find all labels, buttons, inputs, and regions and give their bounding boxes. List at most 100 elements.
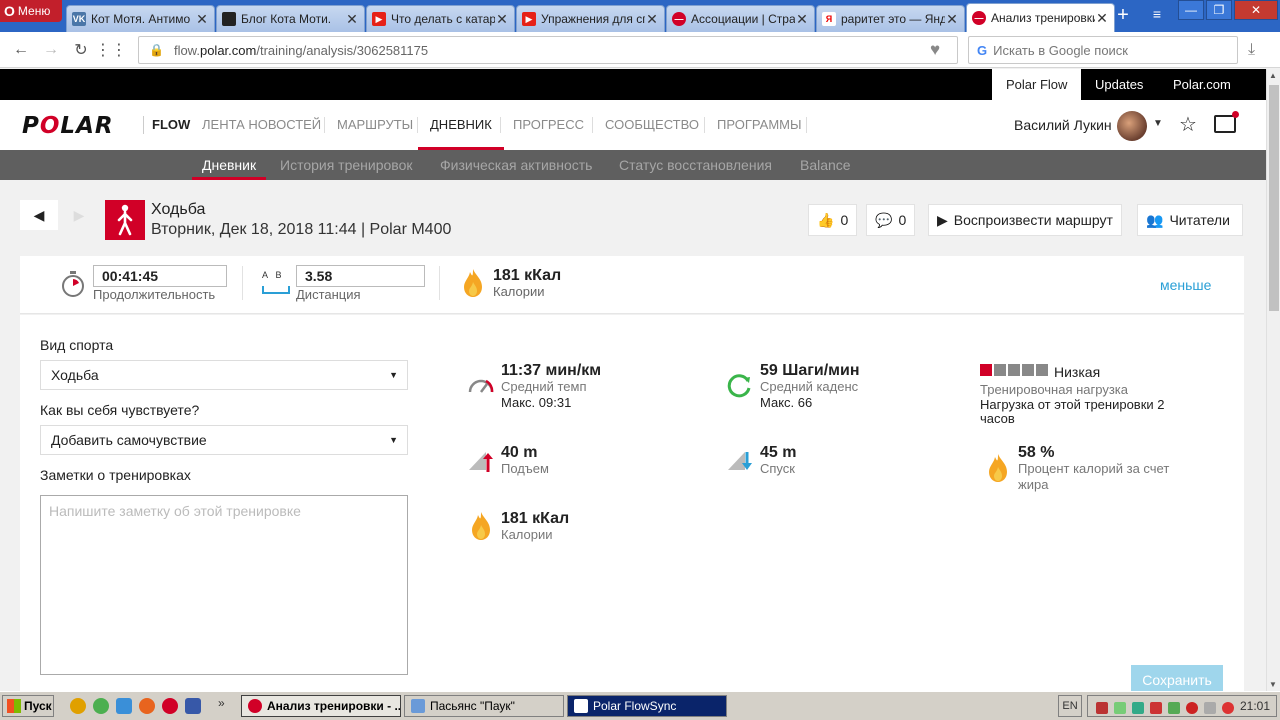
opera-icon[interactable]	[162, 698, 178, 714]
user-name[interactable]: Василий Лукин	[1014, 117, 1112, 133]
back-arrow-icon[interactable]: ←	[6, 35, 36, 65]
tab-title: Ассоциации | Стра	[691, 12, 795, 26]
firefox-icon[interactable]	[139, 698, 155, 714]
polar-logo[interactable]: POLAR	[22, 113, 114, 139]
replay-route-button[interactable]: ▶ Воспроизвести маршрут	[928, 204, 1122, 236]
clock[interactable]: 21:01	[1240, 699, 1270, 713]
chevron-right-icon[interactable]: »	[218, 696, 225, 710]
ascent-icon	[468, 448, 494, 474]
subnav-diary[interactable]: Дневник	[192, 150, 267, 180]
avast-icon[interactable]	[70, 698, 86, 714]
network-icon[interactable]	[1204, 702, 1216, 714]
sport-field-label: Вид спорта	[40, 337, 114, 353]
subnav-history[interactable]: История тренировок	[280, 150, 412, 180]
avatar[interactable]	[1117, 111, 1147, 141]
grid-icon[interactable]: ⋮⋮	[95, 35, 127, 65]
tab-list-icon[interactable]: ≡	[1146, 6, 1168, 26]
nav-programs[interactable]: ПРОГРАММЫ	[717, 100, 802, 150]
subnav-balance[interactable]: Balance	[800, 150, 851, 180]
taskbar-window-opera[interactable]: Анализ тренировки - ...	[241, 695, 401, 717]
close-window-icon[interactable]: ✕	[1234, 0, 1278, 20]
download-icon[interactable]: ⤓	[1248, 41, 1255, 59]
taskbar-window-solitaire[interactable]: Пасьянс "Паук"	[404, 695, 564, 717]
top-link-updates[interactable]: Updates	[1081, 69, 1157, 100]
browser-tab[interactable]: VK Кот Мотя. Антимо ✕	[66, 5, 215, 32]
subnav-recovery[interactable]: Статус восстановления	[619, 150, 772, 180]
new-tab-button[interactable]: +	[1112, 5, 1134, 26]
scroll-thumb[interactable]	[1269, 85, 1279, 311]
opera-menu-button[interactable]: O Меню	[0, 0, 62, 22]
notifications-icon[interactable]	[1214, 111, 1239, 133]
search-placeholder: Искать в Google поиск	[993, 42, 1128, 58]
descent-icon	[727, 448, 753, 474]
vertical-scrollbar[interactable]: ▲ ▼	[1266, 69, 1280, 691]
browser-tab[interactable]: — Ассоциации | Стра ✕	[666, 5, 815, 32]
sport-title: Ходьба	[151, 201, 206, 218]
close-tab-icon[interactable]: ✕	[795, 11, 809, 28]
close-tab-icon[interactable]: ✕	[645, 11, 659, 28]
cadence-max: Макс. 66	[760, 395, 813, 410]
close-tab-icon[interactable]: ✕	[345, 11, 359, 28]
close-tab-icon[interactable]: ✕	[495, 11, 509, 28]
tray-icon[interactable]	[1168, 702, 1180, 714]
star-icon[interactable]: ☆	[1179, 112, 1197, 137]
nav-diary[interactable]: ДНЕВНИК	[418, 100, 504, 150]
browser-tab[interactable]: ▶ Упражнения для сп ✕	[516, 5, 665, 32]
sport-select[interactable]: Ходьба ▼	[40, 360, 408, 390]
calories-stat-label: Калории	[501, 527, 553, 542]
search-input[interactable]: G Искать в Google поиск	[968, 36, 1238, 64]
browser-tab-active[interactable]: — Анализ тренировки ✕	[966, 3, 1115, 32]
browser-tab[interactable]: Блог Кота Моти. ✕	[216, 5, 365, 32]
top-link-polar-com[interactable]: Polar.com	[1159, 69, 1245, 100]
close-tab-icon[interactable]: ✕	[1095, 10, 1109, 27]
fat-stat: 58 % Процент калорий за счет жира	[1018, 444, 1198, 493]
maximize-icon[interactable]: ❐	[1206, 0, 1232, 20]
browser-tab[interactable]: Яраритет это — Янд ✕	[816, 5, 965, 32]
cadence-icon	[727, 372, 753, 398]
tray-icon[interactable]	[1186, 702, 1198, 714]
chevron-down-icon[interactable]: ▼	[1153, 118, 1163, 129]
reload-icon[interactable]: ↻	[66, 35, 96, 65]
start-button[interactable]: Пуск	[2, 695, 54, 717]
tray-icon[interactable]	[1132, 702, 1144, 714]
comments-button[interactable]: 💬 0	[866, 204, 916, 236]
feeling-select[interactable]: Добавить самочувствие ▼	[40, 425, 408, 455]
chrome-icon[interactable]	[93, 698, 109, 714]
main-nav: POLAR FLOW ЛЕНТА НОВОСТЕЙ МАРШРУТЫ ДНЕВН…	[0, 100, 1266, 150]
next-session-button[interactable]: ▶	[60, 200, 98, 230]
nav-progress[interactable]: ПРОГРЕСС	[513, 100, 584, 150]
close-tab-icon[interactable]: ✕	[945, 11, 959, 28]
browser-tab[interactable]: ▶ Что делать с катар ✕	[366, 5, 515, 32]
readers-button[interactable]: 👥 Читатели	[1137, 204, 1243, 236]
tab-strip: VK Кот Мотя. Антимо ✕ Блог Кота Моти. ✕ ▶ Чт…	[66, 3, 1116, 32]
shield-icon[interactable]	[1150, 702, 1162, 714]
nav-routes[interactable]: МАРШРУТЫ	[337, 100, 413, 150]
tray-icon[interactable]	[1114, 702, 1126, 714]
language-indicator[interactable]: EN	[1058, 695, 1082, 717]
tab-title: Упражнения для сп	[541, 12, 645, 26]
nav-community[interactable]: СООБЩЕСТВО	[605, 100, 699, 150]
speedometer-icon	[468, 372, 494, 398]
notes-textarea[interactable]: Напишите заметку об этой тренировке	[40, 495, 408, 675]
show-less-link[interactable]: меньше	[1160, 277, 1211, 293]
scroll-up-icon[interactable]: ▲	[1269, 71, 1277, 80]
top-link-polar-flow[interactable]: Polar Flow	[992, 69, 1082, 100]
tray-icon[interactable]	[1096, 702, 1108, 714]
like-button[interactable]: 👍 0	[808, 204, 858, 236]
flowsync-icon	[574, 699, 588, 713]
tray-icon[interactable]	[1222, 702, 1234, 714]
url-field[interactable]: 🔒 flow. polar.com/training/analysis/306258…	[138, 36, 958, 64]
explorer-icon[interactable]	[116, 698, 132, 714]
subnav-activity[interactable]: Физическая активность	[440, 150, 592, 180]
close-tab-icon[interactable]: ✕	[195, 11, 209, 28]
previous-session-button[interactable]: ◀	[20, 200, 58, 230]
forward-arrow-icon[interactable]: →	[36, 35, 66, 65]
save-disk-icon[interactable]	[185, 698, 201, 714]
minimize-icon[interactable]: —	[1178, 0, 1204, 20]
scroll-down-icon[interactable]: ▼	[1269, 680, 1277, 689]
nav-news[interactable]: ЛЕНТА НОВОСТЕЙ	[202, 100, 321, 150]
taskbar-window-flowsync[interactable]: Polar FlowSync	[567, 695, 727, 717]
cards-icon	[411, 699, 425, 713]
heart-icon[interactable]: ♥	[930, 40, 940, 60]
url-domain: polar.com	[199, 42, 257, 58]
